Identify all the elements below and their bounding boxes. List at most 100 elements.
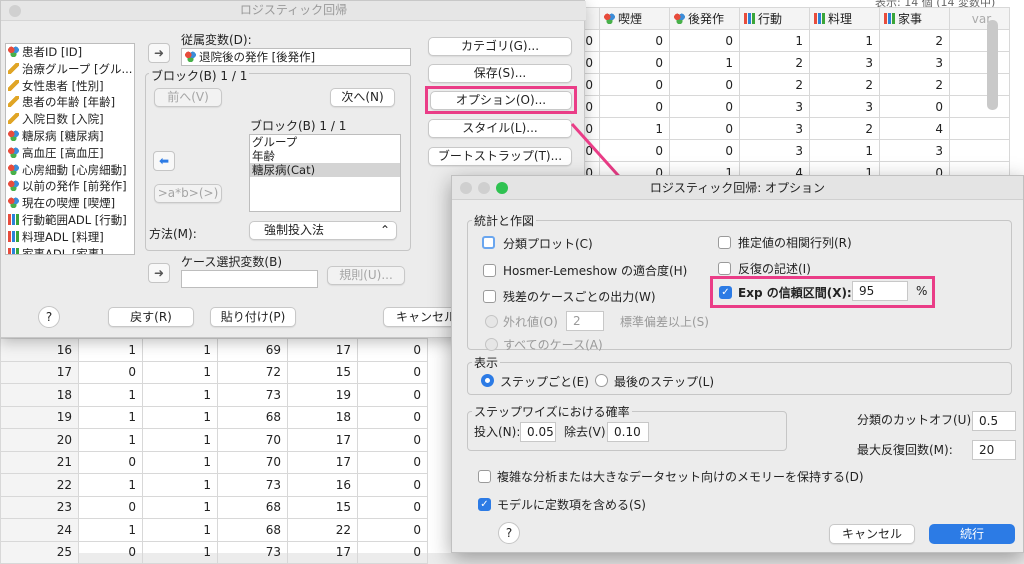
- table-cell[interactable]: 17: [287, 338, 358, 362]
- table-cell[interactable]: 17: [287, 450, 358, 474]
- table-cell[interactable]: 0: [357, 338, 428, 362]
- table-cell[interactable]: 72: [217, 360, 288, 384]
- entry-input[interactable]: 0.05: [520, 422, 556, 442]
- table-cell[interactable]: 1: [142, 518, 218, 542]
- each-step-radio[interactable]: [481, 374, 494, 387]
- casewise-residuals-checkbox[interactable]: [483, 290, 496, 303]
- table-row[interactable]: 001233: [545, 51, 1010, 74]
- table-cell[interactable]: 69: [217, 338, 288, 362]
- table-cell[interactable]: 1: [809, 29, 880, 52]
- table-cell[interactable]: 0: [357, 473, 428, 497]
- table-cell[interactable]: 15: [287, 495, 358, 519]
- table-row[interactable]: 20 1 1 70 17 0: [0, 428, 428, 452]
- table-cell[interactable]: 0: [357, 450, 428, 474]
- grid-scrollbar[interactable]: [987, 20, 998, 110]
- table-cell[interactable]: 0: [357, 428, 428, 452]
- table-cell[interactable]: 0: [599, 29, 670, 52]
- move-to-covariates-button[interactable]: ⬅: [153, 151, 175, 171]
- table-cell[interactable]: 0: [357, 360, 428, 384]
- interaction-button[interactable]: >a*b>(>): [154, 184, 222, 203]
- table-cell-empty[interactable]: [949, 73, 1010, 96]
- exp-ci-checkbox[interactable]: ✓: [719, 286, 732, 299]
- options-cancel-button[interactable]: キャンセル: [829, 524, 915, 544]
- outlier-radio[interactable]: [485, 315, 498, 328]
- table-cell[interactable]: 1: [78, 383, 143, 407]
- window-close-button[interactable]: [9, 5, 21, 17]
- outlier-sd-input[interactable]: 2: [566, 311, 604, 331]
- move-to-case-select-button[interactable]: ➜: [148, 263, 170, 283]
- table-cell[interactable]: 3: [809, 95, 880, 118]
- help-button[interactable]: ?: [498, 522, 520, 544]
- data-table-bottom[interactable]: 16 1 1 69 17 0 17 0 1 72 15 0 18 1 1 73 19 0 19 1 1 68 18 0 20 1 1…: [0, 338, 428, 564]
- table-cell[interactable]: 0: [669, 29, 740, 52]
- table-cell-empty[interactable]: [949, 51, 1010, 74]
- table-cell[interactable]: 1: [78, 428, 143, 452]
- col-header-cooking[interactable]: 料理: [809, 7, 880, 30]
- last-step-radio[interactable]: [595, 374, 608, 387]
- memory-checkbox[interactable]: [478, 470, 491, 483]
- table-cell[interactable]: 1: [142, 428, 218, 452]
- hosmer-lemeshow-checkbox[interactable]: [483, 264, 496, 277]
- variable-item[interactable]: 患者ID [ID]: [6, 44, 134, 61]
- window-minimize-button[interactable]: [478, 182, 490, 194]
- continue-button[interactable]: 続行: [929, 524, 1015, 544]
- case-select-field[interactable]: [181, 270, 318, 288]
- window-zoom-button[interactable]: [496, 182, 508, 194]
- iteration-history-checkbox[interactable]: [718, 262, 731, 275]
- classification-plot-checkbox[interactable]: [482, 236, 495, 249]
- window-close-button[interactable]: [460, 182, 472, 194]
- table-row[interactable]: 23 0 1 68 15 0: [0, 495, 428, 519]
- table-row[interactable]: 16 1 1 69 17 0: [0, 338, 428, 362]
- paste-button[interactable]: 貼り付け(P): [210, 307, 296, 327]
- table-cell[interactable]: 0: [78, 540, 143, 564]
- table-cell[interactable]: 2: [809, 73, 880, 96]
- table-row[interactable]: 19 1 1 68 18 0: [0, 405, 428, 429]
- table-cell[interactable]: 0: [78, 495, 143, 519]
- table-cell-empty[interactable]: [949, 117, 1010, 140]
- row-number[interactable]: 22: [0, 473, 79, 497]
- covariate-item[interactable]: 糖尿病(Cat): [250, 163, 400, 177]
- table-cell[interactable]: 1: [142, 338, 218, 362]
- all-cases-radio[interactable]: [485, 338, 498, 351]
- table-cell[interactable]: 18: [287, 405, 358, 429]
- table-cell[interactable]: 16: [287, 473, 358, 497]
- table-cell[interactable]: 70: [217, 450, 288, 474]
- table-cell[interactable]: 1: [78, 473, 143, 497]
- previous-block-button[interactable]: 前へ(V): [154, 88, 222, 107]
- include-constant-checkbox[interactable]: ✓: [478, 498, 491, 511]
- table-cell[interactable]: 73: [217, 473, 288, 497]
- row-number[interactable]: 19: [0, 405, 79, 429]
- table-cell-empty[interactable]: [949, 29, 1010, 52]
- col-header-activity[interactable]: 行動: [739, 7, 810, 30]
- covariates-list[interactable]: グループ 年齢 糖尿病(Cat): [249, 134, 401, 212]
- table-cell[interactable]: 17: [287, 428, 358, 452]
- variable-item[interactable]: 現在の喫煙 [喫煙]: [6, 195, 134, 212]
- table-cell[interactable]: 0: [357, 495, 428, 519]
- table-cell[interactable]: 3: [739, 95, 810, 118]
- table-row[interactable]: 17 0 1 72 15 0: [0, 360, 428, 384]
- table-cell[interactable]: 1: [78, 518, 143, 542]
- table-cell[interactable]: 2: [739, 73, 810, 96]
- max-iterations-input[interactable]: 20: [972, 440, 1016, 460]
- variable-item[interactable]: 入院日数 [入院]: [6, 111, 134, 128]
- table-cell[interactable]: 68: [217, 405, 288, 429]
- row-number[interactable]: 24: [0, 518, 79, 542]
- method-select[interactable]: 強制投入法 ⌃: [249, 221, 397, 240]
- table-cell[interactable]: 0: [879, 95, 950, 118]
- table-cell[interactable]: 2: [739, 51, 810, 74]
- table-cell[interactable]: 3: [809, 51, 880, 74]
- variable-item[interactable]: 高血圧 [高血圧]: [6, 145, 134, 162]
- table-row[interactable]: 24 1 1 68 22 0: [0, 518, 428, 542]
- table-cell[interactable]: 1: [142, 383, 218, 407]
- table-cell[interactable]: 0: [357, 383, 428, 407]
- table-cell[interactable]: 1: [142, 405, 218, 429]
- table-cell[interactable]: 1: [142, 540, 218, 564]
- exp-ci-input[interactable]: 95: [852, 281, 908, 301]
- col-header-smoking[interactable]: 喫煙: [599, 7, 670, 30]
- table-row[interactable]: 25 0 1 73 17 0: [0, 540, 428, 564]
- variable-item[interactable]: 女性患者 [性別]: [6, 78, 134, 95]
- row-number[interactable]: 20: [0, 428, 79, 452]
- variable-list[interactable]: 患者ID [ID] 治療グループ [グル... 女性患者 [性別] 患者の年齢 [年齢…: [5, 43, 135, 255]
- table-cell[interactable]: 0: [357, 518, 428, 542]
- options-button[interactable]: オプション(O)...: [430, 91, 572, 110]
